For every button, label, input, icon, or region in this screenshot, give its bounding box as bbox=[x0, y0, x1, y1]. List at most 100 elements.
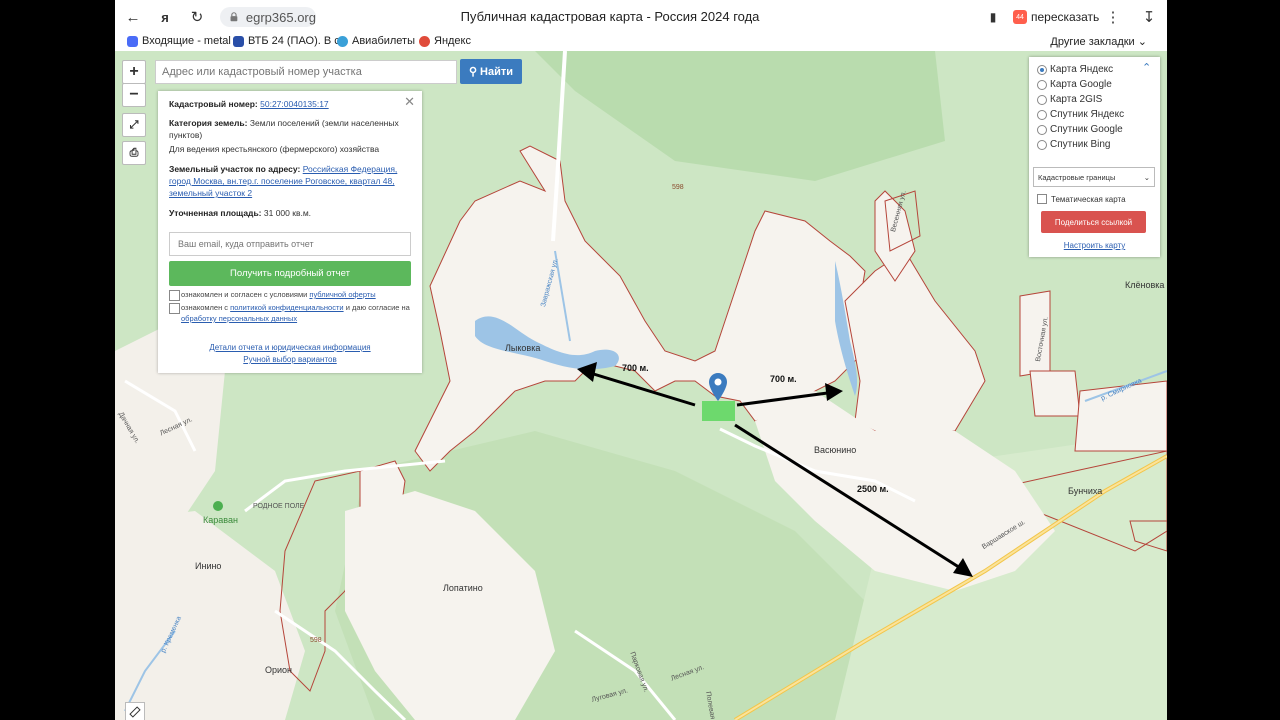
consent-text: и даю согласие на bbox=[345, 303, 410, 312]
thematic-map-toggle[interactable]: Тематическая карта bbox=[1037, 194, 1126, 204]
url-text: egrp365.org bbox=[245, 9, 316, 25]
consent-text: ознакомлен и согласен с условиями bbox=[181, 290, 308, 299]
radio-icon bbox=[1037, 109, 1047, 120]
email-field[interactable] bbox=[169, 232, 411, 256]
cadastral-number-link[interactable]: 50:27:0040135:17 bbox=[260, 99, 329, 109]
bookmark-label: Входящие - metal bbox=[142, 35, 231, 47]
ruler-icon[interactable] bbox=[125, 702, 145, 720]
search-button-label: Найти bbox=[480, 65, 514, 78]
place-label: Бунчиха bbox=[1068, 486, 1103, 496]
share-link-button[interactable]: Поделиться ссылкой bbox=[1041, 211, 1146, 233]
layer-label: Карта Яндекс bbox=[1050, 64, 1114, 75]
zoom-out-button[interactable]: − bbox=[122, 83, 146, 107]
radio-icon bbox=[1037, 79, 1047, 90]
place-label: Лопатино bbox=[443, 583, 483, 593]
distance-label-west: 700 м. bbox=[622, 363, 649, 373]
get-report-button[interactable]: Получить подробный отчет bbox=[169, 261, 411, 286]
search-icon: ⚲ bbox=[468, 66, 478, 78]
layer-option[interactable]: Спутник Bing bbox=[1037, 139, 1111, 150]
layer-option[interactable]: Спутник Яндекс bbox=[1037, 109, 1124, 120]
map-layers-panel: ⌃ Карта Яндекс Карта Google Карта 2GIS С… bbox=[1029, 57, 1160, 257]
chevron-down-icon: ⌄ bbox=[1143, 172, 1150, 182]
area-label: Уточненная площадь: bbox=[169, 208, 262, 218]
address-bar[interactable]: egrp365.org bbox=[220, 7, 316, 27]
radio-icon bbox=[1037, 139, 1047, 150]
fullscreen-icon[interactable]: ⤢ bbox=[122, 113, 146, 137]
browser-window: ← я ↻ egrp365.org Публичная кадастровая … bbox=[115, 0, 1167, 720]
cadastral-label: Кадастровый номер: bbox=[169, 99, 258, 109]
other-bookmarks[interactable]: Другие закладки ⌄ bbox=[1050, 35, 1147, 48]
offer-consent-text: ознакомлен и согласен с условиями публич… bbox=[181, 289, 411, 300]
report-details-link[interactable]: Детали отчета и юридическая информация bbox=[158, 343, 422, 352]
place-label: Лыковка bbox=[505, 343, 541, 353]
layer-label: Карта 2GIS bbox=[1050, 94, 1103, 105]
category-label: Категория земель: bbox=[169, 118, 248, 128]
print-icon[interactable]: ⎙ bbox=[122, 141, 146, 165]
chevron-up-icon[interactable]: ⌃ bbox=[1142, 61, 1154, 74]
layer-label: Спутник Google bbox=[1050, 124, 1123, 135]
download-icon[interactable]: ↧ bbox=[1139, 7, 1159, 27]
bookmark-label: Яндекс bbox=[434, 35, 471, 47]
place-label: РОДНОЕ ПОЛЕ bbox=[253, 503, 305, 510]
borders-select[interactable]: Кадастровые границы ⌄ bbox=[1033, 167, 1155, 187]
privacy-policy-link[interactable]: политикой конфиденциальности bbox=[230, 303, 343, 312]
page-title: Публичная кадастровая карта - Россия 202… bbox=[460, 9, 760, 24]
layer-label: Спутник Bing bbox=[1050, 139, 1111, 150]
borders-select-value: Кадастровые границы bbox=[1038, 172, 1116, 182]
location-pin-icon[interactable] bbox=[709, 373, 727, 401]
bookmark-icon[interactable]: ▮ bbox=[983, 7, 1003, 27]
land-usage: Для ведения крестьянского (фермерского) … bbox=[169, 144, 380, 154]
distance-label-east: 700 м. bbox=[770, 374, 797, 384]
browser-toolbar: ← я ↻ egrp365.org Публичная кадастровая … bbox=[115, 0, 1167, 34]
bank-icon bbox=[233, 35, 244, 47]
bookmark-label: Авиабилеты bbox=[352, 35, 416, 47]
configure-map-link[interactable]: Настроить карту bbox=[1029, 241, 1160, 250]
bookmark-item[interactable]: Входящие - metal bbox=[127, 35, 231, 47]
layer-option[interactable]: Карта 2GIS bbox=[1037, 94, 1102, 105]
radio-icon bbox=[1037, 64, 1047, 75]
place-label: Орион bbox=[265, 665, 293, 675]
place-label: Клёновка bbox=[1125, 280, 1165, 290]
privacy-consent-checkbox[interactable] bbox=[169, 303, 180, 314]
search-button[interactable]: ⚲ Найти bbox=[460, 59, 522, 84]
area-row: Уточненная площадь: 31 000 кв.м. bbox=[169, 207, 413, 219]
radio-icon bbox=[1037, 124, 1047, 135]
bookmark-item[interactable]: Яндекс bbox=[419, 35, 471, 47]
thematic-label: Тематическая карта bbox=[1051, 194, 1126, 204]
bookmark-item[interactable]: Авиабилеты bbox=[337, 35, 415, 47]
reload-icon[interactable]: ↻ bbox=[187, 7, 207, 27]
consent-text: ознакомлен с bbox=[181, 303, 229, 312]
bookmark-label: ВТБ 24 (ПАО). В с bbox=[248, 35, 340, 47]
personal-data-link[interactable]: обработку персональных данных bbox=[181, 314, 297, 323]
search-input[interactable] bbox=[155, 60, 457, 84]
layer-option[interactable]: Карта Google bbox=[1037, 79, 1112, 90]
poi-icon[interactable] bbox=[213, 501, 223, 511]
retell-label: пересказать bbox=[1031, 10, 1100, 24]
zoom-in-button[interactable]: + bbox=[122, 60, 146, 84]
back-icon[interactable]: ← bbox=[123, 7, 143, 27]
layer-option[interactable]: Карта Яндекс bbox=[1037, 64, 1113, 75]
place-label: Караван bbox=[203, 515, 238, 525]
manual-selection-link[interactable]: Ручной выбор вариантов bbox=[158, 355, 422, 364]
yandex-icon[interactable]: я bbox=[155, 7, 175, 27]
other-bookmarks-label: Другие закладки bbox=[1050, 36, 1135, 48]
offer-consent-checkbox[interactable] bbox=[169, 290, 180, 301]
area-value: 31 000 кв.м. bbox=[263, 208, 312, 218]
land-category-row: Категория земель: Земли поселений (земли… bbox=[169, 117, 413, 141]
road-number: 598 bbox=[672, 184, 684, 191]
lock-icon bbox=[230, 12, 238, 22]
checkbox-icon bbox=[1037, 194, 1047, 204]
address-label: Земельный участок по адресу: bbox=[169, 164, 301, 174]
offer-link[interactable]: публичной оферты bbox=[309, 290, 375, 299]
map-canvas[interactable]: Лыковка Васюнино Бунчиха Лопатино Инино … bbox=[115, 51, 1167, 720]
retell-button[interactable]: 44 пересказать bbox=[1013, 8, 1099, 26]
layer-option[interactable]: Спутник Google bbox=[1037, 124, 1123, 135]
layer-label: Спутник Яндекс bbox=[1050, 109, 1125, 120]
distance-label-southeast: 2500 м. bbox=[857, 484, 889, 494]
bookmark-item[interactable]: ВТБ 24 (ПАО). В с bbox=[233, 35, 340, 47]
mail-icon bbox=[127, 35, 138, 47]
plane-icon bbox=[337, 35, 348, 47]
retell-badge: 44 bbox=[1013, 10, 1027, 24]
menu-icon[interactable]: ⋮ bbox=[1103, 7, 1123, 27]
address-row: Земельный участок по адресу: Российская … bbox=[169, 163, 413, 199]
